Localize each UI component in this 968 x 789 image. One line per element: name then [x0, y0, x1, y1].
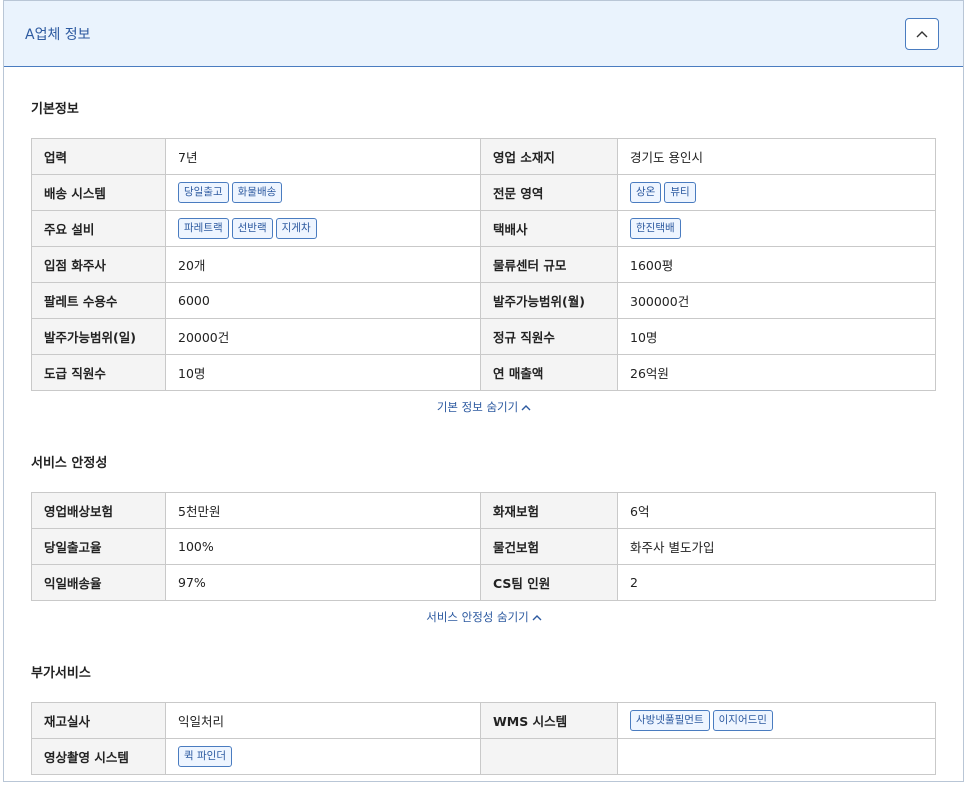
extra-services-table: 재고실사 익일처리 WMS 시스템 사방넷풀필먼트 이지어드민 영상촬영 시스템 퀵 파인더: [31, 702, 936, 775]
table-row: 도급 직원수 10명 연 매출액 26억원: [31, 354, 936, 391]
field-value: 20개: [165, 246, 481, 283]
collapse-button[interactable]: [905, 17, 939, 50]
company-info-panel: A업체 정보 기본정보 업력 7년 영업 소재지 경기도 용인시 배송 시스템 당일출고 화…: [3, 0, 964, 782]
tag-badge: 한진택배: [630, 218, 681, 239]
field-label: 전문 영역: [480, 174, 618, 211]
table-row: 발주가능범위(일) 20000건 정규 직원수 10명: [31, 318, 936, 355]
field-label: 물건보험: [480, 528, 618, 565]
table-row: 팔레트 수용수 6000 발주가능범위(월) 300000건: [31, 282, 936, 319]
field-label: 배송 시스템: [31, 174, 166, 211]
tag-badge: 선반랙: [231, 218, 273, 239]
field-value: 300000건: [617, 282, 936, 319]
field-value: 100%: [165, 528, 481, 565]
section-title-basic: 기본정보: [31, 102, 79, 117]
field-value: 10명: [617, 318, 936, 355]
hide-service-info-label: 서비스 안정성 숨기기: [426, 610, 529, 624]
hide-basic-info-label: 기본 정보 숨기기: [436, 400, 519, 414]
tag-badge: 뷰티: [664, 182, 696, 203]
field-label: 당일출고율: [31, 528, 166, 565]
table-row: 익일배송율 97% CS팀 인원 2: [31, 564, 936, 601]
field-value: 7년: [165, 138, 481, 175]
field-label: 도급 직원수: [31, 354, 166, 391]
table-row: 영상촬영 시스템 퀵 파인더: [31, 738, 936, 775]
field-label: [480, 738, 618, 775]
chevron-up-icon: [521, 405, 531, 411]
field-value: 20000건: [165, 318, 481, 355]
table-row: 주요 설비 파레트랙 선반랙 지게차 택배사 한진택배: [31, 210, 936, 247]
field-value: 익일처리: [165, 702, 481, 739]
panel-title: A업체 정보: [25, 26, 91, 43]
field-label: 연 매출액: [480, 354, 618, 391]
hide-service-info-link[interactable]: 서비스 안정성 숨기기: [31, 601, 937, 633]
section-title-service: 서비스 안정성: [31, 456, 108, 471]
field-label: 재고실사: [31, 702, 166, 739]
field-tags: 사방넷풀필먼트 이지어드민: [617, 702, 936, 739]
tag-badge: 이지어드민: [712, 710, 773, 731]
field-value: 2: [617, 564, 936, 601]
field-label: WMS 시스템: [480, 702, 618, 739]
section-title-extra: 부가서비스: [31, 666, 91, 681]
table-row: 업력 7년 영업 소재지 경기도 용인시: [31, 138, 936, 175]
panel-header[interactable]: A업체 정보: [4, 1, 963, 67]
field-tags: 한진택배: [617, 210, 936, 247]
field-label: 영업배상보험: [31, 492, 166, 529]
tag-badge: 사방넷풀필먼트: [630, 710, 710, 731]
field-label: 발주가능범위(일): [31, 318, 166, 355]
field-label: 팔레트 수용수: [31, 282, 166, 319]
field-value: 경기도 용인시: [617, 138, 936, 175]
field-value: 10명: [165, 354, 481, 391]
basic-info-table: 업력 7년 영업 소재지 경기도 용인시 배송 시스템 당일출고 화물배송 전문 영역 상온 뷰티…: [31, 138, 936, 391]
field-value: 1600평: [617, 246, 936, 283]
field-label: 업력: [31, 138, 166, 175]
field-label: 택배사: [480, 210, 618, 247]
field-label: 화재보험: [480, 492, 618, 529]
tag-badge: 지게차: [275, 218, 317, 239]
field-value: [617, 738, 936, 775]
field-tags: 당일출고 화물배송: [165, 174, 481, 211]
field-tags: 퀵 파인더: [165, 738, 481, 775]
field-value: 화주사 별도가입: [617, 528, 936, 565]
field-label: 물류센터 규모: [480, 246, 618, 283]
field-tags: 상온 뷰티: [617, 174, 936, 211]
field-label: 주요 설비: [31, 210, 166, 247]
tag-badge: 화물배송: [231, 182, 283, 203]
field-label: 영상촬영 시스템: [31, 738, 166, 775]
tag-badge: 파레트랙: [178, 218, 229, 239]
tag-badge: 상온: [630, 182, 662, 203]
table-row: 영업배상보험 5천만원 화재보험 6억: [31, 492, 936, 529]
chevron-up-icon: [916, 30, 928, 37]
field-value: 26억원: [617, 354, 936, 391]
table-row: 입점 화주사 20개 물류센터 규모 1600평: [31, 246, 936, 283]
table-row: 배송 시스템 당일출고 화물배송 전문 영역 상온 뷰티: [31, 174, 936, 211]
table-row: 당일출고율 100% 물건보험 화주사 별도가입: [31, 528, 936, 565]
service-stability-table: 영업배상보험 5천만원 화재보험 6억 당일출고율 100% 물건보험 화주사 별도가입 익일배…: [31, 492, 936, 601]
field-label: CS팀 인원: [480, 564, 618, 601]
field-label: 익일배송율: [31, 564, 166, 601]
field-label: 영업 소재지: [480, 138, 618, 175]
field-label: 입점 화주사: [31, 246, 166, 283]
field-label: 발주가능범위(월): [480, 282, 618, 319]
tag-badge: 퀵 파인더: [178, 746, 232, 767]
field-tags: 파레트랙 선반랙 지게차: [165, 210, 481, 247]
field-value: 6억: [617, 492, 936, 529]
field-label: 정규 직원수: [480, 318, 618, 355]
table-row: 재고실사 익일처리 WMS 시스템 사방넷풀필먼트 이지어드민: [31, 702, 936, 739]
field-value: 97%: [165, 564, 481, 601]
field-value: 6000: [165, 282, 481, 319]
hide-basic-info-link[interactable]: 기본 정보 숨기기: [31, 391, 937, 423]
chevron-up-icon: [532, 615, 542, 621]
tag-badge: 당일출고: [178, 182, 229, 203]
field-value: 5천만원: [165, 492, 481, 529]
